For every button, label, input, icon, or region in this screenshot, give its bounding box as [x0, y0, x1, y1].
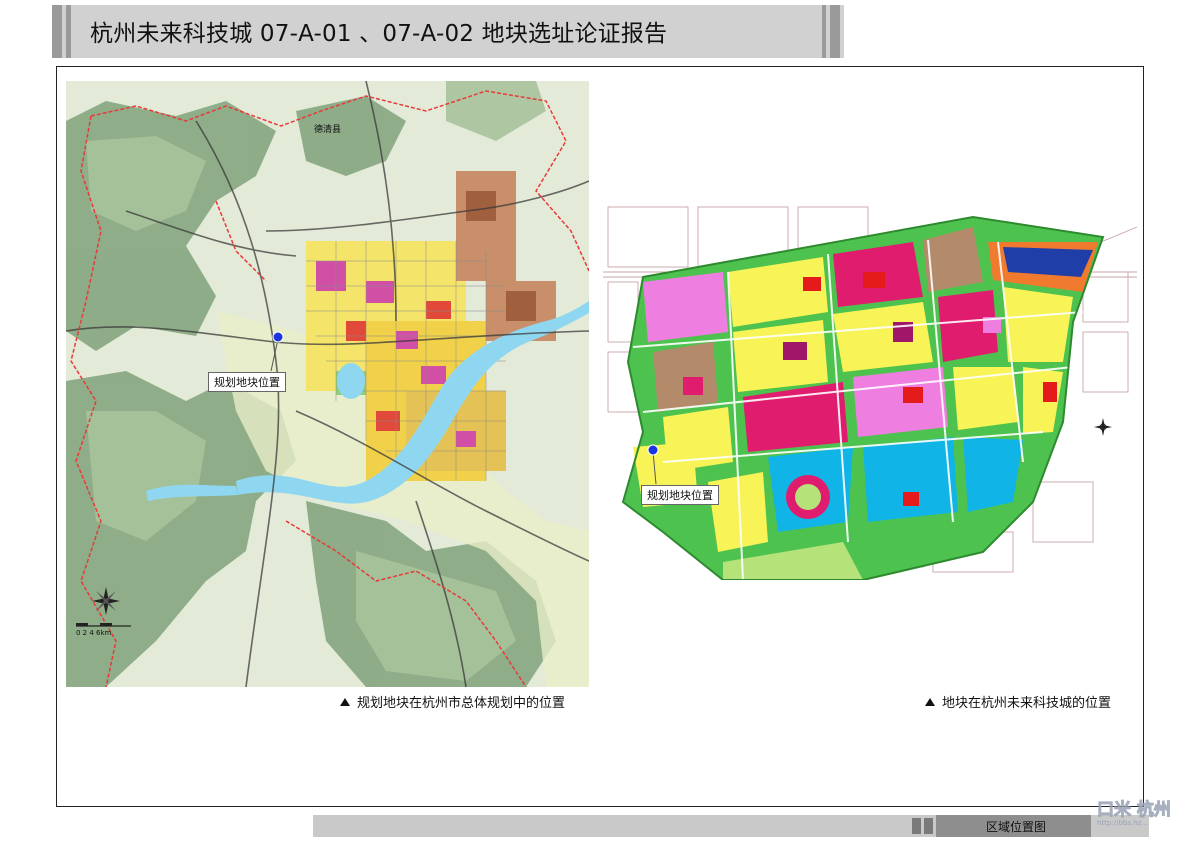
- triangle-icon: [340, 698, 350, 706]
- right-map-caption: 地块在杭州未来科技城的位置: [925, 692, 1111, 711]
- header-bar-right-inner: [822, 5, 826, 58]
- header-bar-left-inner: [66, 5, 71, 58]
- footer-square-2: [924, 818, 933, 834]
- right-map-marker-label: 规划地块位置: [641, 485, 719, 505]
- left-map-marker-label: 规划地块位置: [208, 372, 286, 392]
- page-title: 杭州未来科技城 07-A-01 、07-A-02 地块选址论证报告: [90, 21, 668, 47]
- header-bar-right-outer: [830, 5, 840, 58]
- right-map-caption-text: 地块在杭州未来科技城的位置: [942, 696, 1112, 711]
- hangzhou-master-plan-map: 德清县 0 2 4 6km 规划地块位置: [66, 81, 589, 687]
- left-map-caption-text: 规划地块在杭州市总体规划中的位置: [357, 696, 566, 711]
- future-sci-tech-city-landuse-map: 规划地块位置: [603, 202, 1137, 580]
- left-map-scale-label: 0 2 4 6km: [76, 629, 112, 637]
- watermark-url: http://bbs.hz...: [1097, 819, 1148, 827]
- triangle-icon: [925, 698, 935, 706]
- header-bar-left-outer: [52, 5, 62, 58]
- left-map-caption: 规划地块在杭州市总体规划中的位置: [340, 692, 565, 711]
- footer-square-1: [912, 818, 921, 834]
- left-map-place-label: 德清县: [314, 125, 342, 135]
- watermark-text: 口米 杭州: [1097, 800, 1172, 821]
- footer-label: 区域位置图: [986, 820, 1047, 834]
- watermark-logo: 口米 杭州 http://bbs.hz...: [1093, 795, 1188, 835]
